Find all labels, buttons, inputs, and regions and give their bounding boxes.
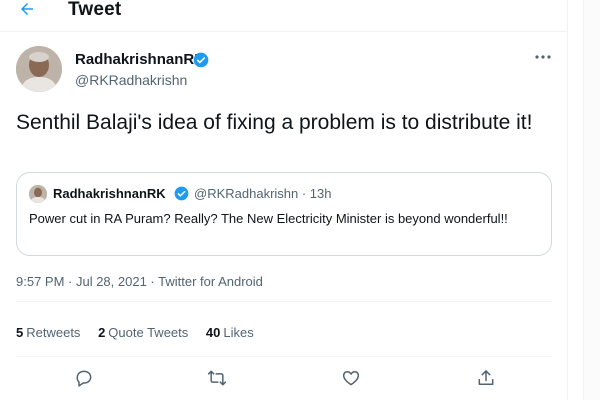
divider bbox=[16, 301, 552, 302]
header-divider bbox=[0, 31, 568, 32]
retweet-button[interactable] bbox=[207, 368, 229, 390]
retweets-stat[interactable]: 5 Retweets bbox=[16, 325, 80, 340]
quote-author-name: RadhakrishnanRK bbox=[53, 186, 166, 201]
reply-icon bbox=[74, 370, 94, 392]
back-button[interactable] bbox=[18, 0, 40, 20]
quote-handle-time: @RKRadhakrishn · 13h bbox=[194, 186, 332, 201]
like-icon bbox=[341, 371, 361, 392]
quote-tweet-card[interactable]: RadhakrishnanRK @RKRadhakrishn · 13h Pow… bbox=[16, 172, 552, 256]
share-icon bbox=[476, 370, 496, 392]
quote-tweets-stat[interactable]: 2 Quote Tweets bbox=[98, 325, 188, 340]
back-arrow-icon bbox=[18, 3, 36, 22]
retweets-count: 5 bbox=[16, 325, 24, 340]
author-handle[interactable]: @RKRadhakrishn bbox=[75, 72, 187, 88]
tweet-text: Senthil Balaji's idea of fixing a proble… bbox=[16, 111, 533, 134]
sidebar-card bbox=[583, 0, 600, 400]
page-title: Tweet bbox=[68, 0, 122, 20]
action-bar bbox=[0, 368, 568, 392]
header: Tweet bbox=[0, 0, 568, 24]
avatar[interactable] bbox=[16, 46, 62, 92]
verified-badge-icon bbox=[193, 52, 209, 68]
tweet-meta[interactable]: 9:57 PM · Jul 28, 2021 · Twitter for And… bbox=[16, 274, 263, 289]
more-icon[interactable] bbox=[533, 50, 553, 64]
like-button[interactable] bbox=[341, 368, 363, 390]
author-name[interactable]: RadhakrishnanRK bbox=[75, 51, 205, 68]
verified-badge-icon bbox=[174, 186, 189, 201]
reply-button[interactable] bbox=[74, 368, 96, 390]
retweets-label: Retweets bbox=[26, 325, 81, 340]
quote-avatar bbox=[29, 185, 47, 203]
tweet-panel: Tweet RadhakrishnanRK @RKRadhakrishn Sen… bbox=[0, 0, 568, 400]
likes-stat[interactable]: 40 Likes bbox=[206, 325, 254, 340]
retweet-icon bbox=[207, 370, 227, 392]
share-button[interactable] bbox=[476, 368, 498, 390]
likes-count: 40 bbox=[205, 325, 221, 340]
divider bbox=[16, 356, 552, 357]
quote-text: Power cut in RA Puram? Really? The New E… bbox=[29, 211, 508, 226]
right-sidebar bbox=[569, 0, 600, 400]
quote-tweets-count: 2 bbox=[98, 325, 106, 340]
quote-tweets-label: Quote Tweets bbox=[108, 325, 189, 340]
engagement-stats: 5 Retweets 2 Quote Tweets 40 Likes bbox=[16, 325, 268, 340]
likes-label: Likes bbox=[223, 325, 254, 340]
